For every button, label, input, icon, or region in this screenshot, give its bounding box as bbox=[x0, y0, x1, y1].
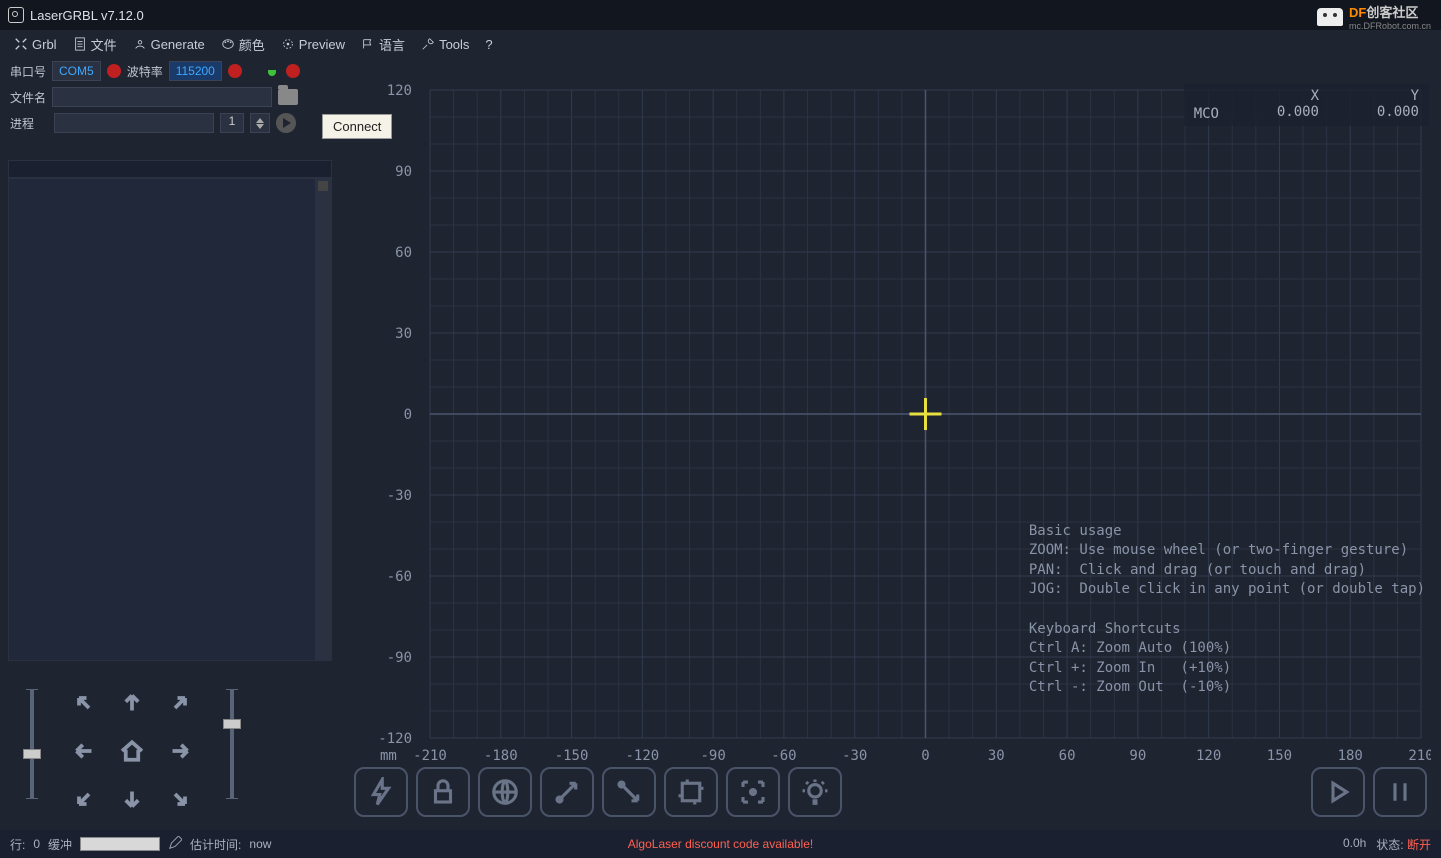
process-count[interactable]: 1 bbox=[220, 113, 244, 133]
svg-text:-30: -30 bbox=[387, 488, 412, 504]
jog-home-button[interactable] bbox=[110, 729, 154, 773]
jog-up-button[interactable] bbox=[110, 681, 154, 725]
jog-down-button[interactable] bbox=[110, 777, 154, 821]
jog-left-button[interactable] bbox=[62, 729, 106, 773]
gcode-header bbox=[8, 160, 332, 178]
edit-icon[interactable] bbox=[168, 836, 182, 853]
status-state-label: 状态: bbox=[1376, 838, 1403, 852]
jog-nw-button[interactable] bbox=[62, 681, 106, 725]
process-count-spinner[interactable] bbox=[250, 113, 270, 133]
menu-bar: Grbl 文件 Generate 颜色 Preview 语言 Tools ? bbox=[0, 30, 1441, 58]
brand-logo: DF创客社区 mc.DFRobot.com.cn bbox=[1317, 2, 1431, 31]
coord-x-value: 0.000 bbox=[1277, 104, 1319, 120]
pause-button[interactable] bbox=[1373, 767, 1427, 817]
menu-generate[interactable]: Generate bbox=[133, 37, 205, 52]
status-bar: 行: 0 缓冲 估计时间: now AlgoLaser discount cod… bbox=[0, 830, 1441, 858]
coord-x-label: X bbox=[1311, 88, 1319, 104]
status-est-label: 估计时间: bbox=[190, 836, 241, 853]
coord-display: MCO X0.000 Y0.000 bbox=[1184, 84, 1429, 126]
status-state-value: 断开 bbox=[1407, 838, 1431, 852]
speed-slider-left[interactable] bbox=[12, 681, 52, 821]
port-select[interactable]: COM5 bbox=[52, 61, 101, 81]
origin-button[interactable] bbox=[540, 767, 594, 817]
menu-tools[interactable]: Tools bbox=[421, 37, 469, 52]
app-icon bbox=[8, 7, 24, 23]
status-lines-label: 行: bbox=[10, 836, 25, 853]
run-button[interactable] bbox=[276, 113, 296, 133]
svg-text:30: 30 bbox=[395, 326, 412, 342]
svg-text:-120: -120 bbox=[378, 731, 412, 747]
connect-tooltip: Connect bbox=[322, 114, 392, 139]
svg-text:-60: -60 bbox=[387, 569, 412, 585]
app-title: LaserGRBL v7.12.0 bbox=[30, 8, 144, 23]
menu-language[interactable]: 语言 bbox=[361, 35, 405, 54]
process-label: 进程 bbox=[10, 115, 48, 132]
speed-slider-right[interactable] bbox=[212, 681, 252, 821]
status-est-value: now bbox=[249, 837, 271, 851]
port-status-icon bbox=[107, 64, 121, 78]
help-overlay: Basic usage ZOOM: Use mouse wheel (or tw… bbox=[1029, 522, 1425, 698]
filename-input[interactable] bbox=[52, 87, 272, 107]
coord-mco-label: MCO bbox=[1194, 106, 1219, 122]
status-buffer-progress bbox=[80, 837, 160, 851]
jog-panel bbox=[0, 676, 340, 826]
connection-status-icon bbox=[286, 64, 300, 78]
menu-grbl[interactable]: Grbl bbox=[14, 37, 57, 52]
title-bar: LaserGRBL v7.12.0 DF创客社区 mc.DFRobot.com.… bbox=[0, 0, 1441, 30]
baud-status-icon bbox=[228, 64, 242, 78]
menu-preview[interactable]: Preview bbox=[281, 37, 345, 52]
connect-button[interactable] bbox=[264, 62, 280, 81]
lock-button[interactable] bbox=[416, 767, 470, 817]
svg-text:90: 90 bbox=[395, 164, 412, 180]
status-lines-value: 0 bbox=[33, 837, 40, 851]
svg-text:-90: -90 bbox=[387, 650, 412, 666]
frame-button[interactable] bbox=[602, 767, 656, 817]
coord-y-label: Y bbox=[1411, 88, 1419, 104]
focus-button[interactable] bbox=[726, 767, 780, 817]
rectangle-button[interactable] bbox=[664, 767, 718, 817]
menu-file[interactable]: 文件 bbox=[73, 35, 117, 54]
svg-text:60: 60 bbox=[395, 245, 412, 261]
gcode-scrollbar[interactable] bbox=[315, 179, 331, 660]
jog-se-button[interactable] bbox=[158, 777, 202, 821]
svg-text:120: 120 bbox=[387, 83, 412, 99]
svg-text:0: 0 bbox=[404, 407, 412, 423]
baud-select[interactable]: 115200 bbox=[169, 61, 222, 81]
status-buffer-label: 缓冲 bbox=[48, 836, 72, 853]
globe-button[interactable] bbox=[478, 767, 532, 817]
promo-banner[interactable]: AlgoLaser discount code available! bbox=[628, 837, 813, 851]
process-progress bbox=[54, 113, 214, 133]
play-button[interactable] bbox=[1311, 767, 1365, 817]
filename-label: 文件名 bbox=[10, 89, 46, 106]
port-label: 串口号 bbox=[10, 63, 46, 80]
gcode-textarea[interactable] bbox=[8, 178, 332, 661]
baud-label: 波特率 bbox=[127, 63, 163, 80]
gcode-panel bbox=[0, 160, 340, 663]
jog-grid bbox=[62, 681, 202, 821]
coord-y-value: 0.000 bbox=[1377, 104, 1419, 120]
jog-right-button[interactable] bbox=[158, 729, 202, 773]
power-button[interactable] bbox=[354, 767, 408, 817]
jog-sw-button[interactable] bbox=[62, 777, 106, 821]
open-file-button[interactable] bbox=[278, 89, 298, 105]
menu-color[interactable]: 颜色 bbox=[221, 35, 265, 54]
jog-ne-button[interactable] bbox=[158, 681, 202, 725]
status-time: 0.0h bbox=[1343, 836, 1366, 853]
menu-help[interactable]: ? bbox=[485, 37, 492, 52]
bottom-toolbar bbox=[350, 762, 1431, 822]
light-button[interactable] bbox=[788, 767, 842, 817]
